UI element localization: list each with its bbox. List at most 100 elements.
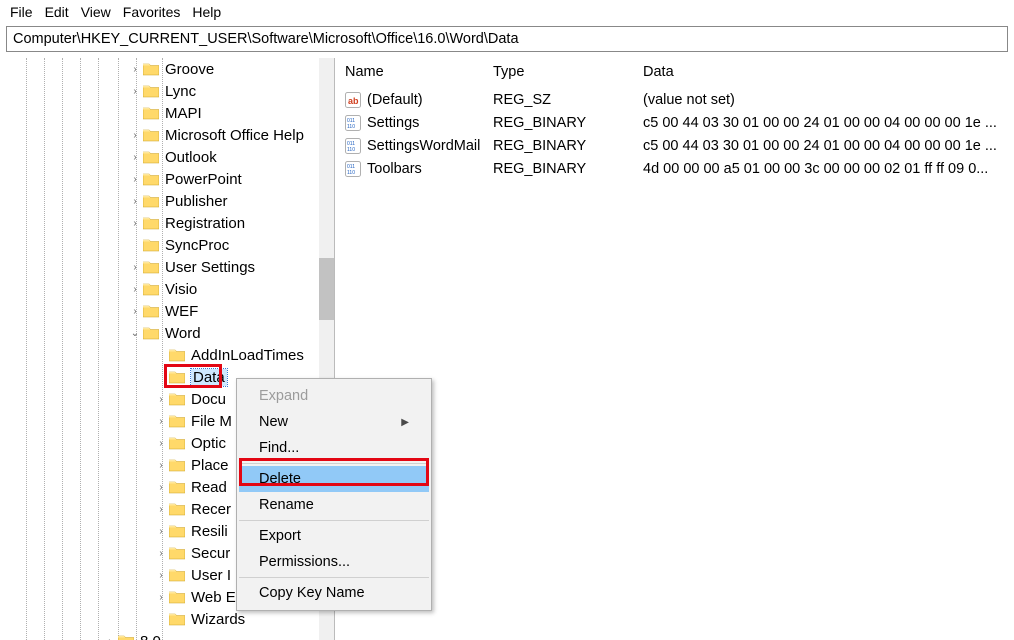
reg-binary-icon: 011110 [345, 138, 361, 154]
chevron-right-icon[interactable]: › [155, 481, 167, 493]
tree-item-label: Place [191, 457, 229, 474]
tree-item[interactable]: AddInLoadTimes [0, 344, 334, 366]
chevron-right-icon[interactable]: › [129, 85, 141, 97]
chevron-right-icon[interactable]: › [129, 151, 141, 163]
value-data-cell: 4d 00 00 00 a5 01 00 00 3c 00 00 00 02 0… [633, 161, 1014, 177]
svg-text:ab: ab [348, 96, 359, 106]
chevron-right-icon[interactable]: › [129, 261, 141, 273]
ctx-expand[interactable]: Expand [239, 383, 429, 409]
folder-icon [143, 150, 159, 164]
folder-icon [169, 568, 185, 582]
menu-favorites[interactable]: Favorites [123, 4, 181, 20]
tree-item-label: Secur [191, 545, 230, 562]
value-data-cell: c5 00 44 03 30 01 00 00 24 01 00 00 04 0… [633, 138, 1014, 154]
tree-item[interactable]: ›Groove [0, 58, 334, 80]
chevron-right-icon[interactable]: › [104, 635, 116, 640]
chevron-right-icon[interactable]: › [155, 591, 167, 603]
value-row[interactable]: 011110SettingsREG_BINARYc5 00 44 03 30 0… [335, 111, 1014, 134]
value-row[interactable]: ab(Default)REG_SZ(value not set) [335, 88, 1014, 111]
reg-string-icon: ab [345, 92, 361, 108]
tree-item-label: Recer [191, 501, 231, 518]
chevron-right-icon[interactable]: › [155, 503, 167, 515]
tree-item[interactable]: MAPI [0, 102, 334, 124]
folder-icon [169, 370, 185, 384]
folder-icon [143, 326, 159, 340]
tree-item[interactable]: ›Registration [0, 212, 334, 234]
tree-item-label: Lync [165, 83, 196, 100]
chevron-right-icon[interactable]: › [129, 305, 141, 317]
tree-item-label: User Settings [165, 259, 255, 276]
chevron-right-icon[interactable]: › [155, 569, 167, 581]
chevron-right-icon[interactable]: › [155, 393, 167, 405]
tree-item-label: WEF [165, 303, 198, 320]
tree-item-label: Wizards [191, 611, 245, 628]
ctx-delete[interactable]: Delete [239, 466, 429, 492]
folder-icon [118, 634, 134, 640]
values-panel: Name Type Data ab(Default)REG_SZ(value n… [334, 58, 1014, 640]
value-data-cell: (value not set) [633, 92, 1014, 108]
value-row[interactable]: 011110ToolbarsREG_BINARY4d 00 00 00 a5 0… [335, 157, 1014, 180]
folder-icon [169, 436, 185, 450]
chevron-right-icon[interactable]: › [129, 217, 141, 229]
svg-text:110: 110 [347, 147, 355, 153]
tree-item-label: Microsoft Office Help [165, 127, 304, 144]
chevron-right-icon[interactable]: › [129, 195, 141, 207]
chevron-right-icon[interactable]: › [129, 173, 141, 185]
chevron-right-icon[interactable]: › [129, 283, 141, 295]
folder-icon [143, 260, 159, 274]
address-bar[interactable]: Computer\HKEY_CURRENT_USER\Software\Micr… [6, 26, 1008, 52]
chevron-right-icon[interactable]: › [155, 437, 167, 449]
tree-item[interactable]: › Microsoft Office Help [0, 124, 334, 146]
chevron-right-icon[interactable]: › [129, 129, 141, 141]
tree-item[interactable]: › Lync [0, 80, 334, 102]
menu-file[interactable]: File [10, 4, 33, 20]
chevron-right-icon[interactable]: › [129, 63, 141, 75]
folder-icon [169, 502, 185, 516]
ctx-permissions[interactable]: Permissions... [239, 549, 429, 575]
tree-item-label: Word [165, 325, 201, 342]
tree-item[interactable]: ›8.0 [0, 630, 334, 640]
value-type-cell: REG_BINARY [483, 161, 633, 177]
tree-item[interactable]: SyncProc [0, 234, 334, 256]
column-name[interactable]: Name [335, 62, 483, 82]
ctx-new[interactable]: New ▶ [239, 409, 429, 435]
chevron-none [155, 613, 167, 625]
tree-item[interactable]: ›PowerPoint [0, 168, 334, 190]
chevron-down-icon[interactable]: ⌄ [129, 327, 141, 339]
folder-icon [143, 62, 159, 76]
ctx-find[interactable]: Find... [239, 435, 429, 461]
folder-icon [143, 172, 159, 186]
ctx-copy-key-name[interactable]: Copy Key Name [239, 580, 429, 606]
ctx-export[interactable]: Export [239, 523, 429, 549]
value-name-cell: ab(Default) [335, 92, 483, 108]
folder-icon [169, 348, 185, 362]
tree-item[interactable]: › WEF [0, 300, 334, 322]
reg-binary-icon: 011110 [345, 161, 361, 177]
chevron-right-icon[interactable]: › [155, 525, 167, 537]
separator [239, 463, 429, 464]
tree-item[interactable]: ›Outlook [0, 146, 334, 168]
column-type[interactable]: Type [483, 62, 633, 82]
tree-item[interactable]: ⌄ Word [0, 322, 334, 344]
value-name-cell: 011110SettingsWordMail [335, 138, 483, 154]
tree-item[interactable]: ›Visio [0, 278, 334, 300]
tree-item-label: AddInLoadTimes [191, 347, 304, 364]
value-type-cell: REG_BINARY [483, 138, 633, 154]
folder-icon [143, 282, 159, 296]
reg-binary-icon: 011110 [345, 115, 361, 131]
tree-item[interactable]: › User Settings [0, 256, 334, 278]
ctx-rename[interactable]: Rename [239, 492, 429, 518]
value-row[interactable]: 011110SettingsWordMailREG_BINARYc5 00 44… [335, 134, 1014, 157]
tree-item-label: Publisher [165, 193, 228, 210]
column-data[interactable]: Data [633, 62, 1014, 82]
chevron-right-icon[interactable]: › [155, 459, 167, 471]
chevron-none [155, 371, 167, 383]
chevron-right-icon[interactable]: › [155, 415, 167, 427]
menu-edit[interactable]: Edit [45, 4, 69, 20]
tree-item[interactable]: Wizards [0, 608, 334, 630]
chevron-right-icon[interactable]: › [155, 547, 167, 559]
scrollbar-thumb[interactable] [319, 258, 334, 320]
menu-help[interactable]: Help [192, 4, 221, 20]
tree-item[interactable]: › Publisher [0, 190, 334, 212]
menu-view[interactable]: View [81, 4, 111, 20]
